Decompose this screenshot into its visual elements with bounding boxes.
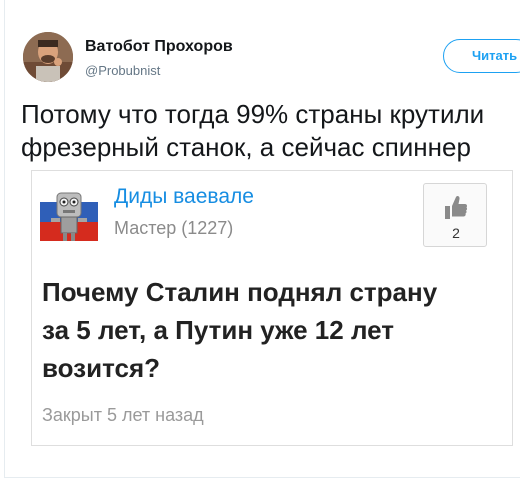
- like-count: 2: [452, 225, 460, 241]
- like-button[interactable]: 2: [423, 183, 487, 247]
- question-author-rank: Мастер (1227): [114, 218, 234, 238]
- question-author-name[interactable]: Диды ваевале: [114, 185, 254, 209]
- tweet-text-line: Потому что тогда 99% страны крутили: [21, 99, 485, 129]
- avatar-photo-icon: [23, 32, 73, 82]
- question-author-avatar[interactable]: [40, 183, 98, 241]
- author-handle[interactable]: @Probubnist: [85, 63, 160, 78]
- quoted-question-card[interactable]: Диды ваевале Мастер (1227) 2 Почему Стал…: [31, 170, 513, 446]
- question-status: Закрыт 5 лет назад: [42, 405, 204, 425]
- thumbs-up-icon: [445, 195, 468, 219]
- tweet-card: Ватобот Прохоров @Probubnist Читать Пото…: [4, 0, 520, 478]
- tweet-text-line: фрезерный станок, а сейчас спиннер: [21, 132, 471, 162]
- question-title[interactable]: Почему Сталин поднял страну за 5 лет, а …: [42, 273, 502, 387]
- tweet-text: Потому что тогда 99% страны крутили фрез…: [21, 98, 520, 164]
- author-avatar[interactable]: [23, 32, 73, 82]
- question-title-line: возится?: [42, 353, 160, 383]
- follow-button[interactable]: Читать: [443, 39, 520, 73]
- robot-flag-avatar-icon: [40, 183, 98, 241]
- author-name[interactable]: Ватобот Прохоров: [85, 38, 233, 56]
- question-title-line: за 5 лет, а Путин уже 12 лет: [42, 315, 394, 345]
- question-title-line: Почему Сталин поднял страну: [42, 277, 438, 307]
